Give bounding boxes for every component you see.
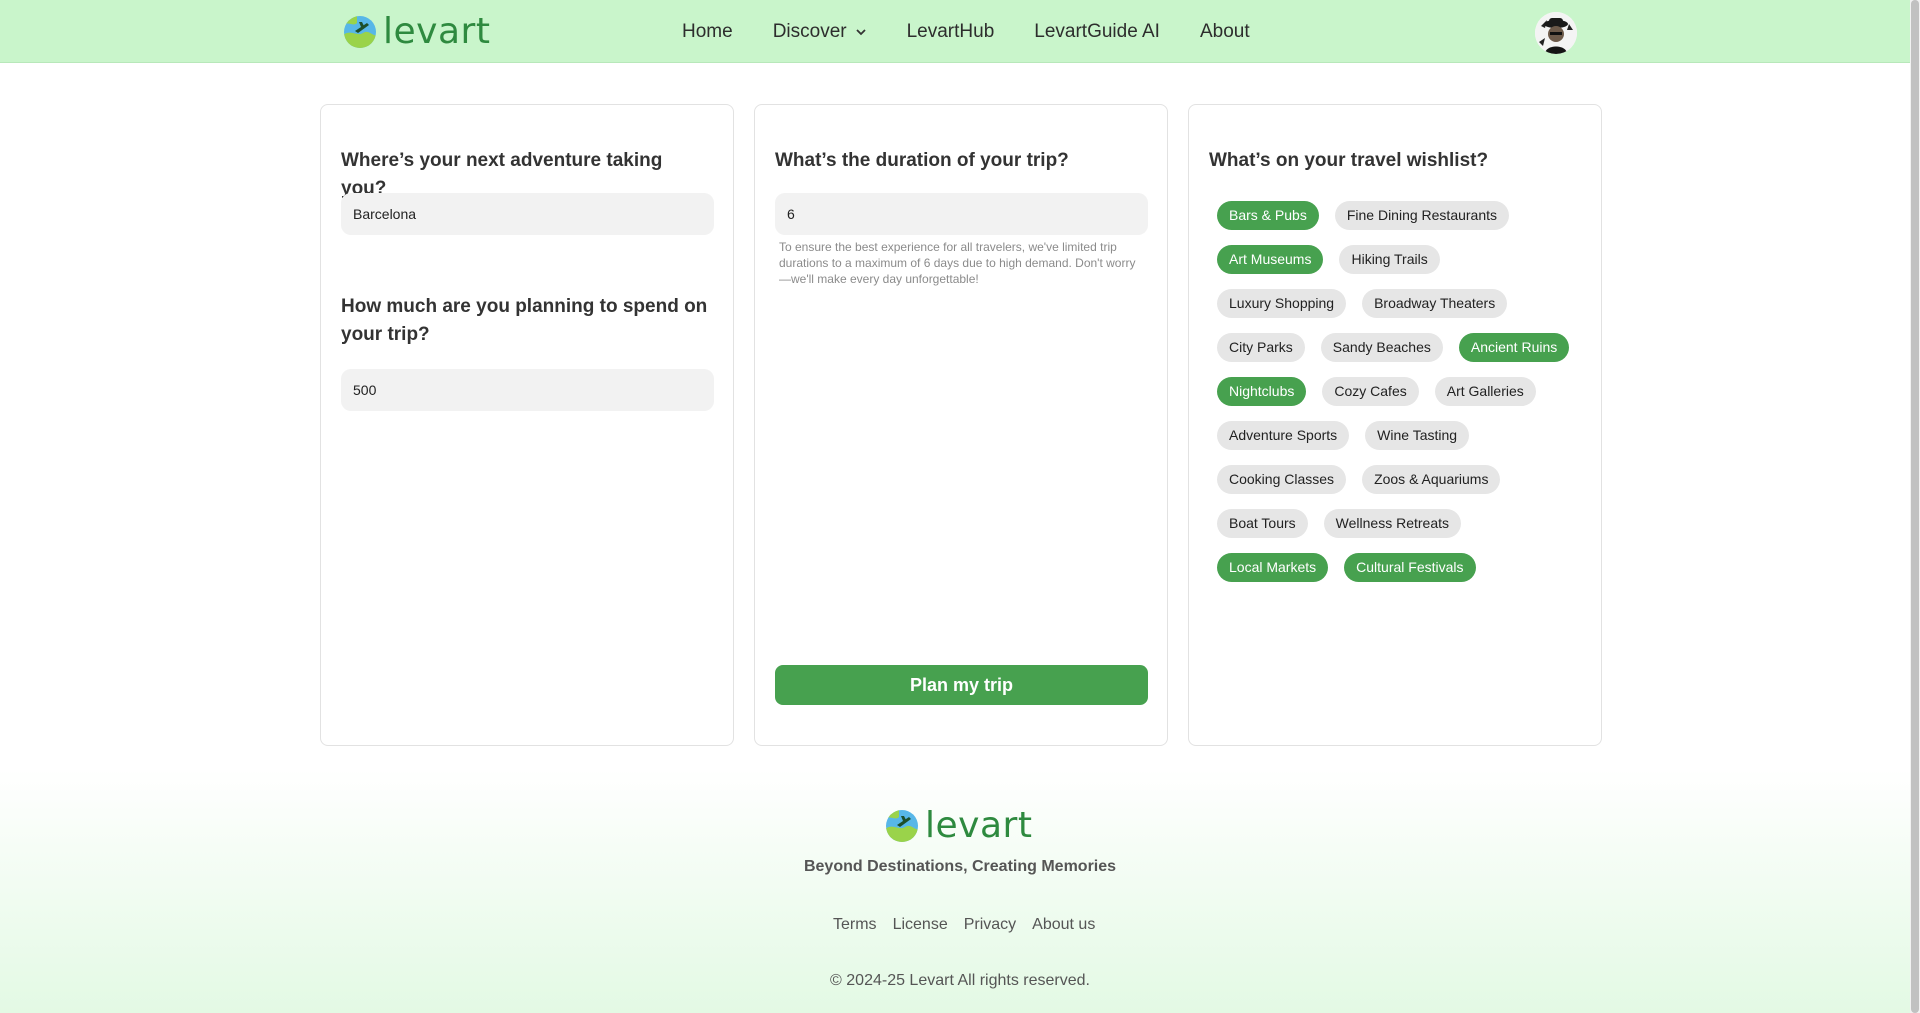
chip-row: Art Museums Hiking Trails — [1217, 245, 1587, 274]
chevron-down-icon — [855, 29, 866, 36]
footer: levart Beyond Destinations, Creating Mem… — [0, 770, 1910, 1013]
duration-card: What’s the duration of your trip? To ens… — [754, 104, 1168, 746]
wishlist-chip[interactable]: Cozy Cafes — [1322, 377, 1419, 406]
wishlist-chip[interactable]: Zoos & Aquariums — [1362, 465, 1501, 494]
top-navbar: levart Home Discover LevartHub LevartGui… — [0, 0, 1910, 63]
wishlist-chip[interactable]: City Parks — [1217, 333, 1305, 362]
nav-home[interactable]: Home — [682, 20, 733, 44]
wishlist-chip[interactable]: Broadway Theaters — [1362, 289, 1508, 318]
scrollbar-thumb[interactable] — [1911, 0, 1919, 1013]
wishlist-question: What’s on your travel wishlist? — [1209, 150, 1489, 171]
destination-budget-card: Where’s your next adventure taking you? … — [320, 104, 734, 746]
footer-tagline: Beyond Destinations, Creating Memories — [803, 858, 1117, 875]
avatar-image — [1535, 12, 1577, 54]
wishlist-chip[interactable]: Adventure Sports — [1217, 421, 1350, 450]
footer-logo[interactable]: levart — [885, 806, 1032, 846]
wishlist-card: What’s on your travel wishlist? Bars & P… — [1188, 104, 1602, 746]
footer-link-privacy[interactable]: Privacy — [964, 916, 1016, 934]
wishlist-chip[interactable]: Boat Tours — [1217, 509, 1308, 538]
duration-hint: To ensure the best experience for all tr… — [779, 240, 1136, 286]
footer-link-license[interactable]: License — [893, 916, 948, 934]
nav-levarthub-label: LevartHub — [906, 21, 995, 42]
chip-row: Bars & Pubs Fine Dining Restaurants — [1217, 201, 1587, 230]
budget-input[interactable] — [341, 369, 714, 411]
chip-row: Cooking Classes Zoos & Aquariums — [1217, 465, 1587, 494]
nav-about-label: About — [1199, 21, 1250, 42]
wishlist-chip[interactable]: Cooking Classes — [1217, 465, 1347, 494]
footer-link-about-us[interactable]: About us — [1032, 916, 1095, 934]
brand-name: levart — [383, 11, 491, 52]
footer-copyright: © 2024-25 Levart All rights reserved. — [830, 972, 1090, 989]
wishlist-chips: Bars & Pubs Fine Dining Restaurants Art Mu… — [1217, 201, 1587, 597]
wishlist-chip[interactable]: Luxury Shopping — [1217, 289, 1347, 318]
wishlist-chip[interactable]: Cultural Festivals — [1344, 553, 1476, 582]
duration-input[interactable] — [775, 193, 1148, 235]
user-avatar[interactable] — [1535, 12, 1577, 54]
wishlist-chip[interactable]: Sandy Beaches — [1320, 333, 1443, 362]
wishlist-chip[interactable]: Ancient Ruins — [1458, 333, 1570, 362]
wishlist-chip[interactable]: Art Museums — [1217, 245, 1324, 274]
nav-levartguide-ai[interactable]: LevartGuide AI — [1034, 20, 1160, 44]
nav-about[interactable]: About — [1200, 20, 1250, 44]
brand-logo[interactable]: levart — [343, 12, 490, 52]
nav-discover[interactable]: Discover — [773, 20, 867, 44]
chip-row: Nightclubs Cozy Cafes Art Galleries — [1217, 377, 1587, 406]
nav-home-label: Home — [682, 21, 733, 42]
globe-plane-icon — [344, 16, 376, 48]
chip-row: City Parks Sandy Beaches Ancient Ruins — [1217, 333, 1587, 362]
globe-plane-icon — [886, 810, 918, 842]
footer-link-terms[interactable]: Terms — [833, 916, 877, 934]
wishlist-chip[interactable]: Hiking Trails — [1339, 245, 1440, 274]
duration-question: What’s the duration of your trip? — [775, 150, 1069, 171]
chip-row: Adventure Sports Wine Tasting — [1217, 421, 1587, 450]
chip-row: Boat Tours Wellness Retreats — [1217, 509, 1587, 538]
wishlist-chip[interactable]: Local Markets — [1217, 553, 1329, 582]
wishlist-chip[interactable]: Bars & Pubs — [1217, 201, 1319, 230]
footer-brand-name: levart — [925, 805, 1033, 846]
nav-levartguide-ai-label: LevartGuide AI — [1034, 21, 1160, 42]
nav-levarthub[interactable]: LevartHub — [907, 20, 995, 44]
wishlist-chip[interactable]: Nightclubs — [1217, 377, 1307, 406]
footer-links: Terms License Privacy About us — [833, 916, 1095, 934]
plan-trip-button[interactable]: Plan my trip — [775, 665, 1148, 705]
wishlist-chip[interactable]: Wellness Retreats — [1323, 509, 1462, 538]
chip-row: Luxury Shopping Broadway Theaters — [1217, 289, 1587, 318]
chip-row: Local Markets Cultural Festivals — [1217, 553, 1587, 582]
budget-question: How much are you planning to spend on yo… — [341, 296, 708, 345]
wishlist-chip[interactable]: Art Galleries — [1434, 377, 1536, 406]
destination-input[interactable] — [341, 193, 714, 235]
wishlist-chip[interactable]: Wine Tasting — [1365, 421, 1470, 450]
main-nav: Home Discover LevartHub LevartGuide AI A… — [682, 20, 1290, 44]
page-scrollbar[interactable] — [1910, 0, 1920, 1013]
nav-discover-label: Discover — [772, 21, 847, 42]
wishlist-chip[interactable]: Fine Dining Restaurants — [1334, 201, 1510, 230]
